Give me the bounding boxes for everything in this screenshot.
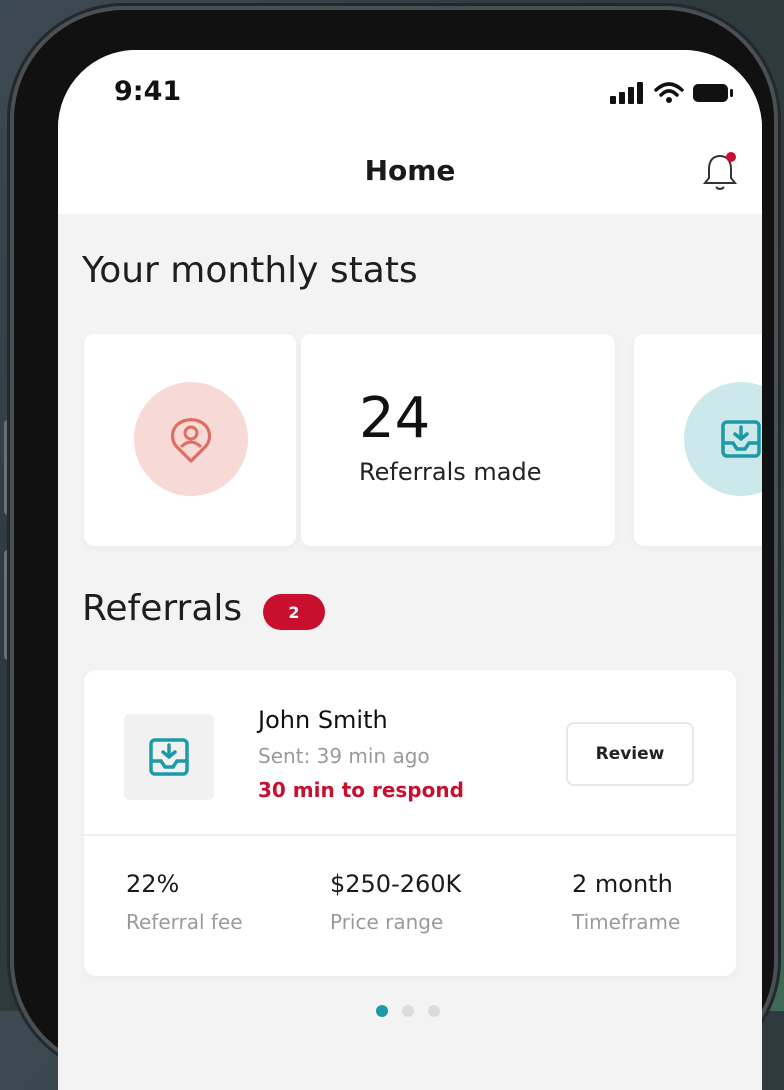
referral-sent-time: Sent: 39 min ago	[258, 744, 430, 768]
referral-icon-tile	[124, 714, 214, 800]
top-header: Home	[58, 132, 762, 214]
status-icons	[610, 82, 734, 104]
stats-icon-circle	[134, 382, 248, 496]
notification-dot	[726, 152, 736, 162]
pagination-dots	[376, 1005, 440, 1017]
stats-icon-circle	[684, 382, 762, 496]
page-dot-1[interactable]	[376, 1005, 388, 1017]
price-range-value: $250-260K	[330, 870, 462, 898]
stats-label: Referrals made	[359, 458, 542, 486]
page-dot-2[interactable]	[402, 1005, 414, 1017]
page-dot-3[interactable]	[428, 1005, 440, 1017]
referral-response-deadline: 30 min to respond	[258, 778, 464, 802]
review-button[interactable]: Review	[566, 722, 694, 786]
referral-card[interactable]: John Smith Sent: 39 min ago 30 min to re…	[84, 670, 736, 976]
card-divider	[84, 834, 736, 836]
battery-icon	[693, 84, 733, 102]
stats-card-next[interactable]	[634, 334, 762, 546]
notifications-button[interactable]	[700, 150, 740, 194]
inbox-download-icon	[721, 420, 761, 458]
referrals-count-badge: 2	[263, 594, 325, 630]
timeframe-value: 2 month	[572, 870, 673, 898]
stats-card-value-tile: 24 Referrals made	[301, 334, 615, 546]
referrals-section-title: Referrals	[82, 588, 243, 629]
timeframe-label: Timeframe	[572, 910, 681, 934]
stats-value: 24	[359, 386, 431, 451]
referral-name: John Smith	[258, 706, 388, 734]
referral-fee-value: 22%	[126, 870, 180, 898]
phone-frame: 9:41 Home Your monthly stats 24 Referral…	[14, 10, 774, 1090]
user-pin-icon	[170, 418, 212, 463]
referral-fee-label: Referral fee	[126, 910, 243, 934]
wifi-icon	[654, 82, 684, 103]
stats-section-title: Your monthly stats	[82, 250, 418, 291]
cellular-signal-icon	[610, 82, 643, 104]
page-title: Home	[364, 154, 456, 187]
app-screen: 9:41 Home Your monthly stats 24 Referral…	[58, 50, 762, 1090]
stats-card-icon-tile	[84, 334, 296, 546]
price-range-label: Price range	[330, 910, 444, 934]
inbox-download-icon	[149, 738, 189, 776]
status-time: 9:41	[114, 76, 182, 107]
